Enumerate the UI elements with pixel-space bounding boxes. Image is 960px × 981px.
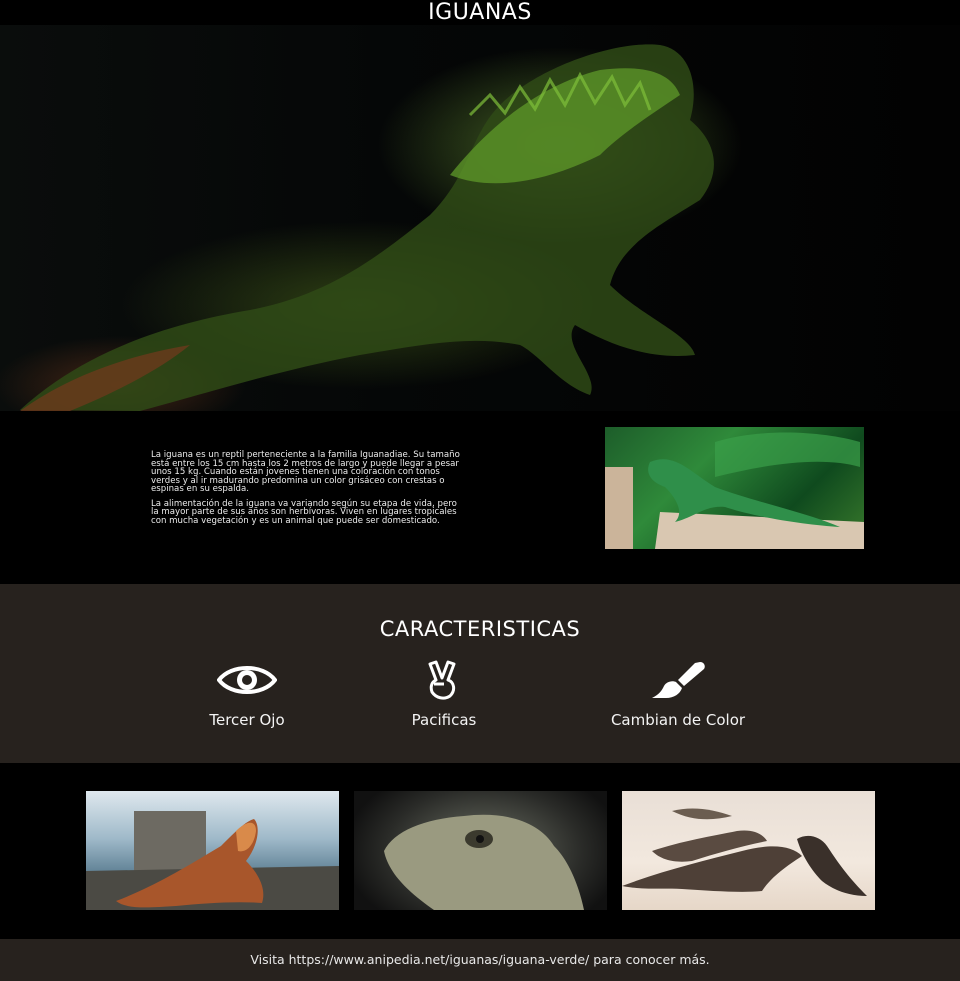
intro-section: La iguana es un reptil perteneciente a l… [0,411,960,584]
photo-gallery [0,763,960,939]
page-footer: Visita https://www.anipedia.net/iguanas/… [0,939,960,981]
feature-tercer-ojo: Tercer Ojo [137,660,357,729]
feature-label-cambian-color: Cambian de Color [610,711,746,729]
iguana-head-illustration [384,814,584,910]
paintbrush-icon [652,662,705,698]
feature-label-pacificas: Pacificas [411,711,477,729]
footer-text: Visita https://www.anipedia.net/iguanas/… [250,952,710,967]
intro-paragraph-2: La alimentación de la iguana va variando… [151,498,457,526]
gallery-photo-beach-iguana [86,791,339,910]
page-title: IGUANAS [428,0,532,25]
intro-paragraph-1: La iguana es un reptil perteneciente a l… [151,450,460,494]
peace-hand-icon [428,660,456,700]
feature-label-tercer-ojo: Tercer Ojo [209,711,285,729]
hero-iguana-illustration [20,44,714,411]
intro-text: La iguana es un reptil perteneciente a l… [151,451,461,531]
eye-icon [217,666,277,694]
gallery-photo-iguana-group [622,791,875,910]
green-iguana-photo [605,427,864,549]
feature-pacificas: Pacificas [334,660,554,729]
features-section: CARACTERISTICAS Tercer Ojo Pacificas Cam… [0,584,960,763]
feature-cambian-color: Cambian de Color [568,660,788,729]
iguana-group-illustration [622,808,867,896]
beach-iguana-illustration [86,811,339,910]
green-iguana-illustration [605,432,864,549]
hero-image [0,25,960,411]
gallery-photo-iguana-head [354,791,607,910]
features-title: CARACTERISTICAS [379,617,581,641]
page-header: IGUANAS [0,0,960,25]
